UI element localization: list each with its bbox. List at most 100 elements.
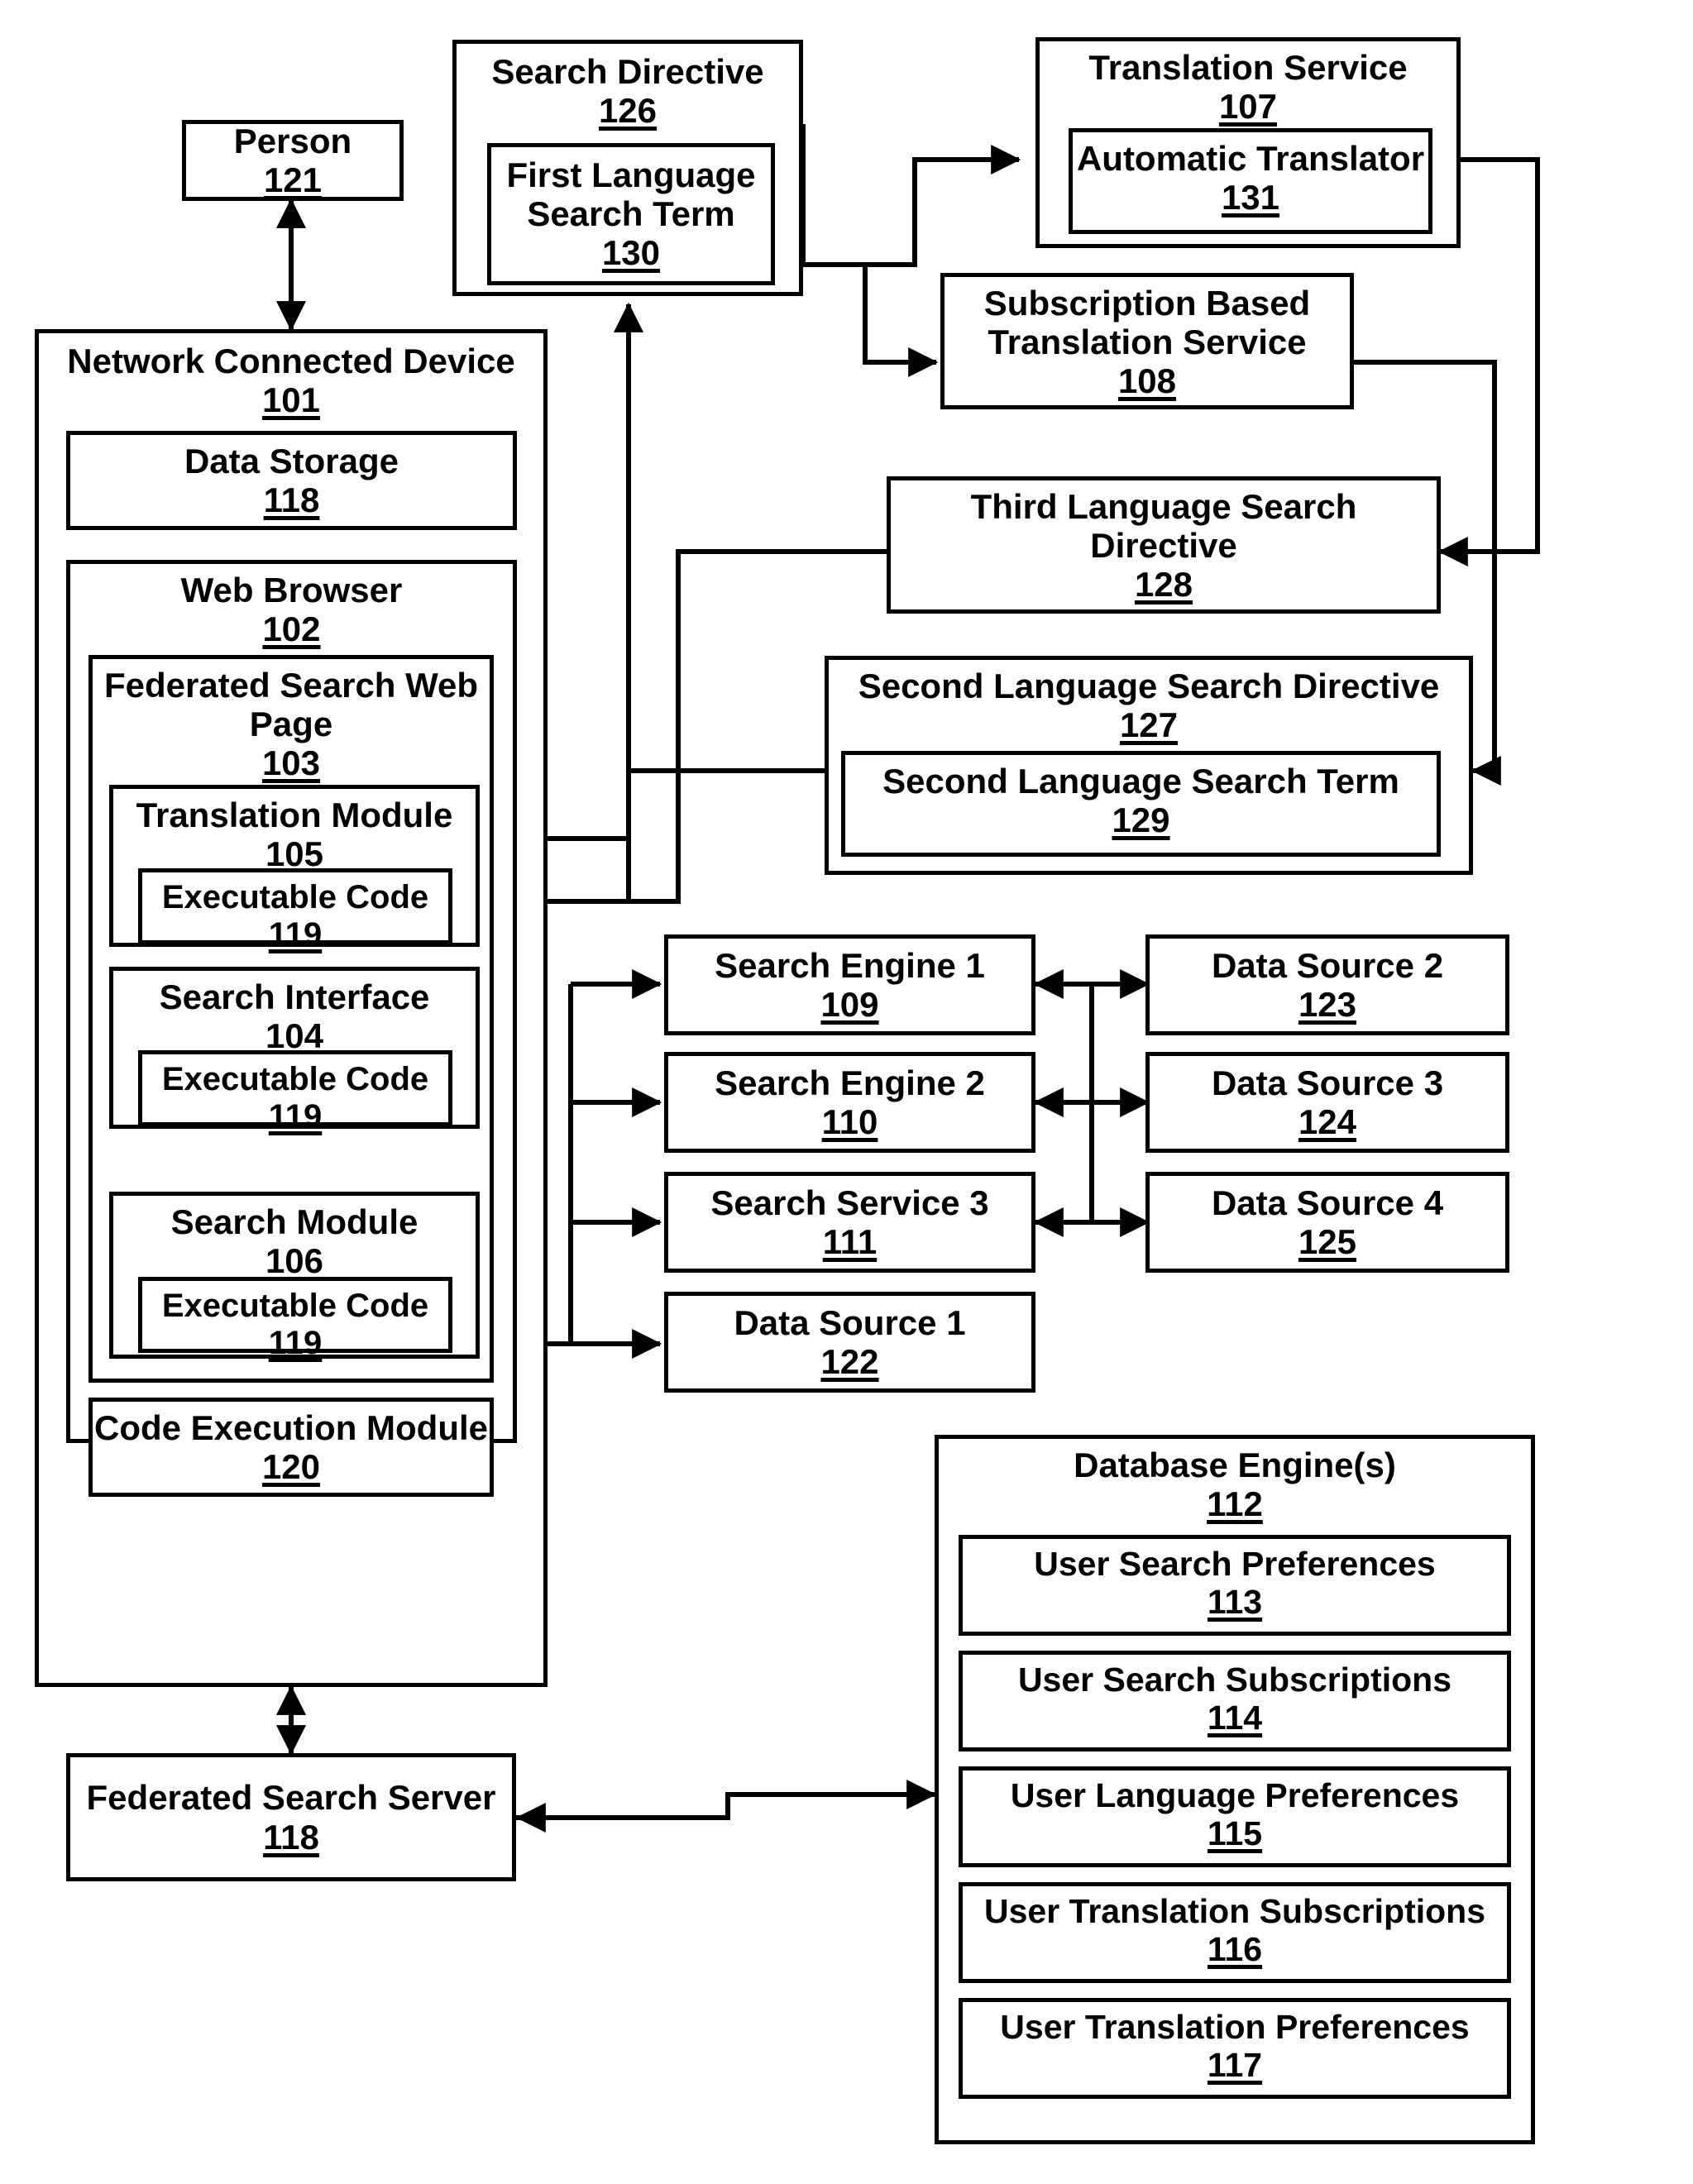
- node-search-engine-2-title: Search Engine 2: [715, 1063, 985, 1102]
- node-translation-service[interactable]: Translation Service 107 Automatic Transl…: [1035, 37, 1461, 248]
- node-data-source-3-ref: 124: [1298, 1102, 1357, 1141]
- node-second-language-search-term[interactable]: Second Language Search Term 129: [841, 751, 1441, 857]
- node-subscription-based-translation-service-ref: 108: [1117, 361, 1177, 401]
- node-first-language-search-term-title: First Language Search Term: [506, 155, 756, 234]
- node-first-language-search-term-ref: 130: [601, 233, 661, 273]
- node-second-language-search-directive[interactable]: Second Language Search Directive 127 Sec…: [825, 656, 1473, 875]
- node-data-source-2[interactable]: Data Source 2 123: [1145, 934, 1509, 1035]
- node-federated-search-web-page-title: Federated Search Web Page: [103, 666, 479, 744]
- node-translation-module-ref: 105: [265, 834, 324, 874]
- node-database-engines-title: Database Engine(s): [1074, 1446, 1396, 1484]
- node-executable-code-translation[interactable]: Executable Code 119: [138, 868, 452, 953]
- node-federated-search-server-title: Federated Search Server: [86, 1778, 496, 1818]
- wire-server-db-in: [515, 1792, 935, 1833]
- node-search-engine-2-ref: 110: [821, 1102, 878, 1141]
- node-data-source-4-ref: 125: [1298, 1222, 1357, 1261]
- node-data-source-4[interactable]: Data Source 4 125: [1145, 1172, 1509, 1273]
- node-translation-service-ref: 107: [1218, 87, 1278, 127]
- node-network-connected-device-ref: 101: [261, 380, 321, 420]
- node-person-ref: 121: [263, 160, 323, 199]
- node-user-translation-preferences-title: User Translation Preferences: [1000, 2008, 1470, 2046]
- node-data-source-2-ref: 123: [1298, 985, 1357, 1024]
- node-automatic-translator[interactable]: Automatic Translator 131: [1069, 128, 1432, 234]
- node-user-translation-subscriptions[interactable]: User Translation Subscriptions 116: [959, 1882, 1511, 1983]
- node-search-module[interactable]: Search Module 106 Executable Code 119: [109, 1192, 480, 1361]
- node-search-directive-title: Search Directive: [491, 52, 764, 91]
- node-executable-code-search-ref: 119: [268, 1324, 323, 1361]
- node-search-service-3[interactable]: Search Service 3 111: [664, 1172, 1035, 1273]
- node-data-source-1-title: Data Source 1: [734, 1302, 966, 1342]
- node-search-module-title: Search Module: [170, 1202, 418, 1241]
- node-third-language-search-directive-ref: 128: [1134, 565, 1193, 605]
- node-search-service-3-title: Search Service 3: [710, 1183, 989, 1222]
- wire-server-db-out: [516, 1780, 937, 1820]
- node-user-translation-preferences[interactable]: User Translation Preferences 117: [959, 1998, 1511, 2099]
- node-executable-code-translation-ref: 119: [268, 915, 323, 953]
- node-first-language-search-term[interactable]: First Language Search Term 130: [487, 143, 775, 285]
- node-user-search-subscriptions[interactable]: User Search Subscriptions 114: [959, 1651, 1511, 1752]
- wire-second-to-searchdirective: [626, 304, 678, 773]
- node-translation-service-title: Translation Service: [1088, 48, 1408, 87]
- node-federated-search-web-page[interactable]: Federated Search Web Page 103 Translatio…: [88, 655, 494, 1383]
- node-executable-code-interface[interactable]: Executable Code 119: [138, 1050, 452, 1135]
- node-automatic-translator-title: Automatic Translator: [1076, 139, 1425, 178]
- node-data-source-3[interactable]: Data Source 3 124: [1145, 1052, 1509, 1153]
- node-person[interactable]: Person 121: [182, 120, 404, 201]
- node-search-directive[interactable]: Search Directive 126 First Language Sear…: [452, 40, 803, 296]
- node-search-engine-1[interactable]: Search Engine 1 109: [664, 934, 1035, 1035]
- node-data-source-2-title: Data Source 2: [1211, 945, 1444, 985]
- node-code-execution-module[interactable]: Code Execution Module 120: [88, 1398, 494, 1497]
- node-user-translation-subscriptions-title: User Translation Subscriptions: [983, 1892, 1486, 1930]
- node-database-engines-ref: 112: [1207, 1484, 1263, 1524]
- node-web-browser-ref: 102: [262, 609, 321, 649]
- node-network-connected-device[interactable]: Network Connected Device 101 Data Storag…: [35, 329, 548, 1687]
- node-data-source-4-title: Data Source 4: [1211, 1183, 1444, 1222]
- node-user-language-preferences[interactable]: User Language Preferences 115: [959, 1766, 1511, 1867]
- node-search-interface-ref: 104: [265, 1016, 324, 1056]
- node-executable-code-interface-ref: 119: [268, 1097, 323, 1135]
- node-third-language-search-directive[interactable]: Third Language Search Directive 128: [887, 476, 1441, 614]
- node-federated-search-server-ref: 118: [263, 1817, 319, 1857]
- node-search-service-3-ref: 111: [822, 1222, 878, 1261]
- node-federated-search-server[interactable]: Federated Search Server 118: [66, 1753, 516, 1881]
- node-search-directive-ref: 126: [598, 91, 658, 131]
- node-data-source-1[interactable]: Data Source 1 122: [664, 1292, 1035, 1393]
- wire-directive-subscription: [863, 265, 939, 377]
- wire-directive-translation: [803, 145, 1021, 267]
- node-translation-module[interactable]: Translation Module 105 Executable Code 1…: [109, 785, 480, 953]
- node-executable-code-search-title: Executable Code: [161, 1288, 429, 1324]
- node-second-language-search-directive-ref: 127: [1119, 705, 1179, 745]
- node-user-search-preferences[interactable]: User Search Preferences 113: [959, 1535, 1511, 1636]
- node-database-engines[interactable]: Database Engine(s) 112 User Search Prefe…: [935, 1435, 1535, 2144]
- figure-canvas: Person 121 Search Directive 126 First La…: [0, 0, 1693, 2184]
- node-user-search-preferences-ref: 113: [1207, 1582, 1263, 1621]
- node-code-execution-module-title: Code Execution Module: [93, 1408, 489, 1447]
- node-user-search-preferences-title: User Search Preferences: [1034, 1545, 1436, 1583]
- node-executable-code-search[interactable]: Executable Code 119: [138, 1277, 452, 1361]
- node-search-engine-1-ref: 109: [820, 985, 879, 1024]
- node-third-language-search-directive-title: Third Language Search Directive: [970, 487, 1357, 566]
- node-user-translation-preferences-ref: 117: [1207, 2045, 1263, 2084]
- node-search-engine-2[interactable]: Search Engine 2 110: [664, 1052, 1035, 1153]
- node-subscription-based-translation-service[interactable]: Subscription Based Translation Service 1…: [940, 273, 1354, 409]
- node-network-connected-device-title: Network Connected Device: [67, 342, 515, 380]
- node-person-title: Person: [233, 121, 352, 160]
- node-user-language-preferences-ref: 115: [1207, 1814, 1263, 1852]
- node-executable-code-interface-title: Executable Code: [161, 1061, 429, 1097]
- node-web-browser[interactable]: Web Browser 102 Federated Search Web Pag…: [66, 560, 517, 1497]
- node-data-storage-ref: 118: [263, 480, 320, 520]
- node-search-module-ref: 106: [265, 1241, 324, 1281]
- node-user-search-subscriptions-ref: 114: [1207, 1698, 1263, 1737]
- node-data-source-3-title: Data Source 3: [1211, 1063, 1444, 1102]
- node-search-interface-title: Search Interface: [159, 977, 430, 1016]
- node-second-language-search-directive-title: Second Language Search Directive: [858, 667, 1440, 705]
- node-executable-code-translation-title: Executable Code: [161, 879, 429, 915]
- node-code-execution-module-ref: 120: [261, 1447, 321, 1487]
- node-federated-search-web-page-ref: 103: [261, 743, 321, 783]
- node-data-storage[interactable]: Data Storage 118: [66, 431, 517, 530]
- node-user-language-preferences-title: User Language Preferences: [1010, 1776, 1460, 1814]
- node-second-language-search-term-ref: 129: [1112, 800, 1170, 840]
- node-search-interface[interactable]: Search Interface 104 Executable Code 119: [109, 967, 480, 1135]
- node-second-language-search-term-title: Second Language Search Term: [882, 762, 1399, 800]
- node-data-storage-title: Data Storage: [184, 442, 399, 480]
